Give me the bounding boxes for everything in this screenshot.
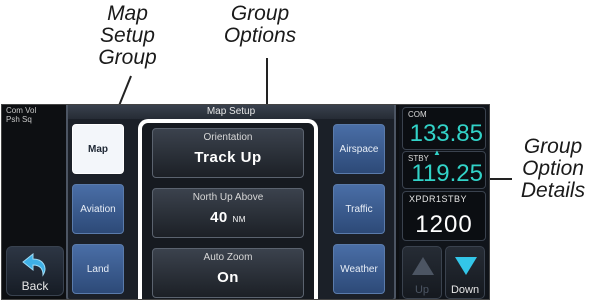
down-arrow-icon bbox=[455, 257, 477, 275]
callout-group-option-details: Group Option Details bbox=[520, 135, 586, 202]
tab-airspace[interactable]: Airspace bbox=[333, 124, 385, 174]
north-up-above-unit: NM bbox=[232, 215, 246, 224]
com-label: COM bbox=[408, 110, 427, 119]
tab-aviation-label: Aviation bbox=[80, 203, 116, 215]
tab-airspace-label: Airspace bbox=[339, 143, 379, 155]
back-label: Back bbox=[21, 279, 49, 293]
north-up-above-option-button[interactable]: North Up Above 40 NM bbox=[152, 188, 304, 238]
up-button[interactable]: Up bbox=[402, 246, 442, 299]
com-standby-frequency: 119.25 bbox=[411, 160, 483, 187]
radio-panel: COM 133.85 ▲ STBY 119.25 XPDR1STBY 1200 … bbox=[399, 105, 489, 299]
tab-weather[interactable]: Weather bbox=[333, 244, 385, 294]
auto-zoom-label: Auto Zoom bbox=[203, 252, 253, 263]
tab-map-label: Map bbox=[88, 143, 108, 155]
back-button[interactable]: Back bbox=[6, 246, 64, 296]
com-frequency-box[interactable]: COM 133.85 bbox=[402, 107, 486, 150]
back-arrow-icon bbox=[22, 253, 46, 277]
group-options-panel: Orientation Track Up North Up Above 40 N… bbox=[138, 119, 318, 299]
tab-aviation[interactable]: Aviation bbox=[72, 184, 124, 234]
xpdr-status: XPDR1STBY bbox=[409, 194, 468, 204]
auto-zoom-value: On bbox=[217, 269, 239, 286]
window-title: Map Setup bbox=[68, 105, 394, 119]
transponder-box[interactable]: XPDR1STBY 1200 bbox=[402, 191, 486, 241]
orientation-value: Track Up bbox=[194, 149, 262, 166]
orientation-option-button[interactable]: Orientation Track Up bbox=[152, 128, 304, 178]
tab-traffic-label: Traffic bbox=[345, 203, 373, 215]
north-up-above-label: North Up Above bbox=[192, 192, 264, 203]
tab-weather-label: Weather bbox=[340, 263, 378, 275]
tab-traffic[interactable]: Traffic bbox=[333, 184, 385, 234]
north-up-above-value: 40 bbox=[210, 209, 228, 226]
up-label: Up bbox=[414, 284, 430, 296]
north-up-above-value-wrap: 40 NM bbox=[153, 209, 303, 226]
standby-frequency-box[interactable]: ▲ STBY 119.25 bbox=[402, 148, 486, 189]
tab-map[interactable]: Map bbox=[72, 124, 124, 174]
auto-zoom-option-button[interactable]: Auto Zoom On bbox=[152, 248, 304, 298]
down-button[interactable]: Down bbox=[445, 246, 485, 299]
callout-group-options: Group Options bbox=[223, 2, 297, 47]
map-setup-window: Map Setup Map Aviation Land Airspace Tra… bbox=[66, 105, 396, 299]
orientation-label: Orientation bbox=[203, 132, 253, 143]
up-arrow-icon bbox=[412, 257, 434, 275]
tab-land[interactable]: Land bbox=[72, 244, 124, 294]
tab-land-label: Land bbox=[86, 263, 110, 275]
xpdr-code: 1200 bbox=[415, 211, 473, 238]
swap-arrow-icon: ▲ bbox=[433, 148, 441, 157]
down-label: Down bbox=[450, 284, 480, 296]
com-volume-label[interactable]: Com Vol Psh Sq bbox=[6, 106, 64, 124]
device-screen: Com Vol Psh Sq Back Map Setup Map Aviati… bbox=[1, 104, 490, 300]
com-active-frequency: 133.85 bbox=[409, 120, 483, 147]
callout-map-setup-group: Map Setup Group bbox=[98, 2, 157, 69]
